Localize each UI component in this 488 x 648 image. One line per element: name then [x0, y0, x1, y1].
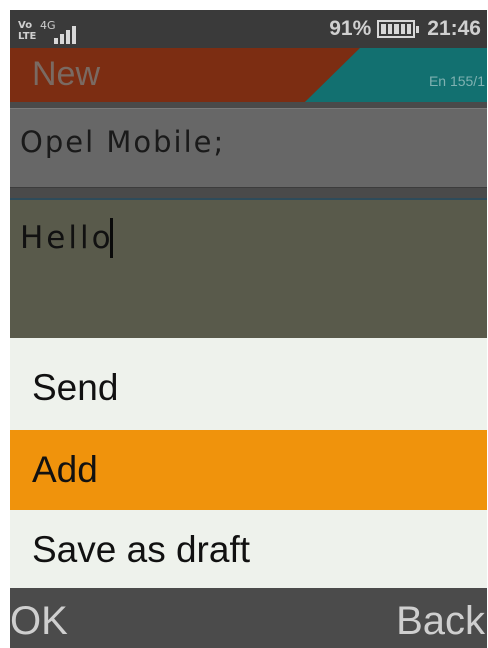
volte-bottom-label: LTE	[18, 31, 37, 42]
menu-item-add[interactable]: Add	[10, 430, 487, 510]
battery-cell	[387, 24, 393, 34]
back-softkey[interactable]: Back	[396, 598, 485, 644]
menu-item-label: Save as draft	[32, 529, 251, 570]
signal-bar	[53, 38, 58, 44]
battery-cell	[394, 24, 399, 34]
battery-percent: 91%	[329, 17, 372, 40]
network-type-icon: 4G	[40, 19, 56, 32]
battery-icon	[377, 20, 420, 38]
volte-icon: Vo LTE	[18, 18, 36, 44]
signal-bar	[65, 30, 70, 44]
softkey-bar: OK Back	[10, 588, 487, 648]
menu-item-send[interactable]: Send	[10, 348, 487, 428]
battery-cell	[381, 24, 386, 34]
status-right: 91% 21:46	[329, 10, 481, 48]
page-title: New	[32, 55, 101, 93]
options-menu: Send Add Save as draft	[10, 338, 487, 588]
battery-cell	[400, 24, 405, 34]
status-bar: Vo LTE 4G 91% 21:46	[10, 10, 487, 48]
message-value: Hello	[20, 220, 114, 256]
ok-softkey[interactable]: OK	[10, 598, 68, 644]
menu-item-save-as-draft[interactable]: Save as draft	[10, 510, 487, 590]
text-cursor	[109, 218, 113, 258]
char-counter: En 155/1	[428, 73, 485, 89]
signal-strength-icon	[53, 26, 76, 44]
phone-screen: Vo LTE 4G 91% 21:46 New En 155/1 Opel Mo…	[10, 10, 487, 648]
message-content: Hello	[20, 218, 113, 258]
menu-item-label: Send	[32, 367, 119, 408]
title-bar: New En 155/1	[10, 48, 487, 102]
signal-bar	[71, 26, 76, 44]
message-field[interactable]: Hello	[10, 198, 487, 338]
clock: 21:46	[427, 17, 481, 40]
volte-top-label: Vo	[18, 20, 33, 31]
signal-group: Vo LTE 4G	[18, 14, 76, 44]
menu-item-label: Add	[32, 449, 98, 490]
recipient-value: Opel Mobile;	[20, 125, 226, 159]
battery-cell	[406, 24, 412, 34]
recipient-field[interactable]: Opel Mobile;	[10, 108, 487, 188]
signal-bar	[59, 34, 64, 44]
